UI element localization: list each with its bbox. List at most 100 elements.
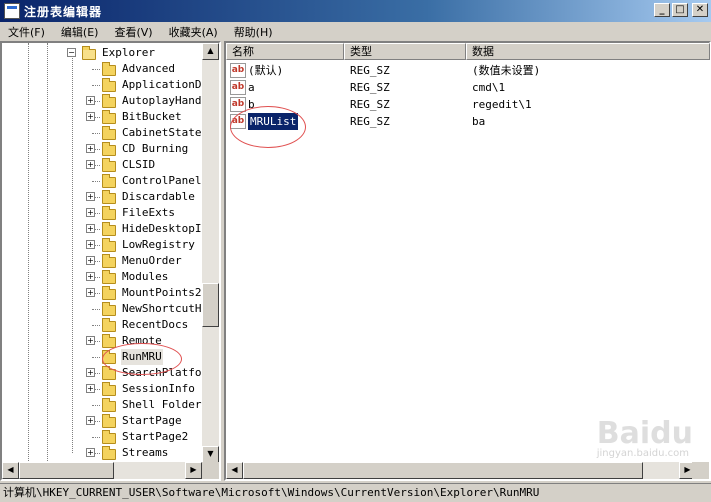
tree-item-label: CD Burning (122, 142, 189, 155)
menu-edit[interactable]: 编辑(E) (53, 24, 107, 40)
folder-icon (102, 142, 116, 156)
list-row[interactable]: ab (默认) REG_SZ (数值未设置) (226, 62, 696, 79)
tree-item[interactable]: + CD Burning (2, 141, 202, 157)
tree-item[interactable]: StartPage2 (2, 429, 202, 445)
close-icon: ✕ (695, 4, 705, 15)
expand-icon[interactable]: + (86, 208, 95, 217)
list-horizontal-scrollbar[interactable]: ◀ ▶ (226, 462, 696, 479)
expand-icon[interactable]: + (86, 160, 95, 169)
scroll-left-button[interactable]: ◀ (226, 462, 243, 479)
close-button[interactable]: ✕ (692, 3, 708, 17)
tree-item-label: HideDesktopIco (122, 222, 202, 235)
maximize-button[interactable]: □ (672, 3, 688, 17)
tree-horizontal-scrollbar[interactable]: ◀ ▶ (2, 462, 202, 479)
minimize-button[interactable]: _ (654, 3, 670, 17)
tree-item[interactable]: NewShortcutHan (2, 301, 202, 317)
column-header-type[interactable]: 类型 (344, 43, 466, 60)
tree-item[interactable]: + Discardable (2, 189, 202, 205)
tree-item[interactable]: + Modules (2, 269, 202, 285)
folder-icon (102, 222, 116, 236)
tree-item-label: LowRegistry (122, 238, 195, 251)
scroll-down-button[interactable]: ▼ (202, 446, 219, 463)
list-row[interactable]: ab a REG_SZ cmd\1 (226, 79, 696, 96)
tree-item-label: SessionInfo (122, 382, 195, 395)
expand-icon[interactable]: + (86, 416, 95, 425)
expand-icon[interactable]: + (86, 256, 95, 265)
folder-icon (102, 318, 116, 332)
values-list-pane: 名称 类型 数据 ab (默认) REG_SZ (数值未设置) ab a REG_SZ cmd… (224, 41, 711, 481)
expand-icon[interactable]: + (86, 224, 95, 233)
expand-icon[interactable]: + (86, 240, 95, 249)
folder-icon (102, 94, 116, 108)
tree-item[interactable]: + StartPage (2, 413, 202, 429)
expand-icon[interactable]: + (86, 336, 95, 345)
expand-icon[interactable]: + (86, 272, 95, 281)
tree-item-label: Explorer (102, 46, 155, 59)
menu-bar: 文件(F) 编辑(E) 查看(V) 收藏夹(A) 帮助(H) (0, 22, 711, 41)
tree-item[interactable]: + MenuOrder (2, 253, 202, 269)
tree-item-label: Advanced (122, 62, 175, 75)
menu-help[interactable]: 帮助(H) (226, 24, 281, 40)
regedit-app-icon (4, 3, 20, 19)
menu-file[interactable]: 文件(F) (0, 24, 53, 40)
value-data: regedit\1 (472, 98, 532, 111)
scroll-thumb[interactable] (243, 462, 643, 479)
value-data: (数值未设置) (472, 64, 541, 77)
folder-icon (102, 206, 116, 220)
tree-item[interactable]: + Remote (2, 333, 202, 349)
scroll-thumb[interactable] (19, 462, 114, 479)
watermark-logo: Baidu (596, 416, 693, 451)
column-header-name[interactable]: 名称 (226, 43, 344, 60)
tree-item[interactable]: + FileExts (2, 205, 202, 221)
expand-icon[interactable]: + (86, 144, 95, 153)
tree-item[interactable]: + Streams (2, 445, 202, 461)
tree-item-label: FileExts (122, 206, 175, 219)
tree-item-label: Discardable (122, 190, 195, 203)
tree-item[interactable]: ApplicationDes (2, 77, 202, 93)
tree-item-label: ApplicationDes (122, 78, 202, 91)
expand-icon[interactable]: + (86, 96, 95, 105)
tree-item[interactable]: CabinetState (2, 125, 202, 141)
expand-icon[interactable]: + (86, 448, 95, 457)
expand-icon[interactable]: + (86, 192, 95, 201)
folder-icon (102, 286, 116, 300)
scroll-right-button[interactable]: ▶ (185, 462, 202, 479)
tree-item[interactable]: Advanced (2, 61, 202, 77)
tree-item[interactable]: ControlPanel (2, 173, 202, 189)
tree-item-label: CabinetState (122, 126, 202, 139)
scroll-left-button[interactable]: ◀ (2, 462, 19, 479)
column-header-data[interactable]: 数据 (466, 43, 710, 60)
menu-view[interactable]: 查看(V) (106, 24, 160, 40)
scroll-thumb[interactable] (202, 283, 219, 327)
collapse-icon[interactable]: − (67, 48, 76, 57)
value-type: REG_SZ (350, 115, 390, 128)
expand-icon[interactable]: + (86, 368, 95, 377)
expand-icon[interactable]: + (86, 112, 95, 121)
value-name: a (248, 81, 255, 94)
tree-item[interactable]: + MountPoints2 (2, 285, 202, 301)
tree-item-explorer[interactable]: − Explorer (2, 45, 202, 61)
list-row[interactable]: ab b REG_SZ regedit\1 (226, 96, 696, 113)
tree-item[interactable]: + SessionInfo (2, 381, 202, 397)
tree-item[interactable]: + AutoplayHandle (2, 93, 202, 109)
folder-icon (102, 238, 116, 252)
tree-branch-line (92, 357, 100, 358)
value-type: REG_SZ (350, 98, 390, 111)
tree-item[interactable]: + LowRegistry (2, 237, 202, 253)
tree-item[interactable]: + BitBucket (2, 109, 202, 125)
scroll-up-button[interactable]: ▲ (202, 43, 219, 60)
tree-item[interactable]: RecentDocs (2, 317, 202, 333)
folder-icon (102, 446, 116, 460)
annotation-circle (102, 343, 182, 375)
tree-item[interactable]: Shell Folders (2, 397, 202, 413)
tree-vertical-scrollbar[interactable]: ▲ ▼ (202, 43, 219, 463)
expand-icon[interactable]: + (86, 384, 95, 393)
tree-item[interactable]: + CLSID (2, 157, 202, 173)
menu-favorites[interactable]: 收藏夹(A) (161, 24, 226, 40)
expand-icon[interactable]: + (86, 288, 95, 297)
folder-icon (102, 62, 116, 76)
tree-item[interactable]: + HideDesktopIco (2, 221, 202, 237)
window-title: 注册表编辑器 (24, 4, 103, 19)
arrow-left-icon: ◀ (7, 465, 14, 474)
arrow-right-icon: ▶ (190, 465, 197, 474)
